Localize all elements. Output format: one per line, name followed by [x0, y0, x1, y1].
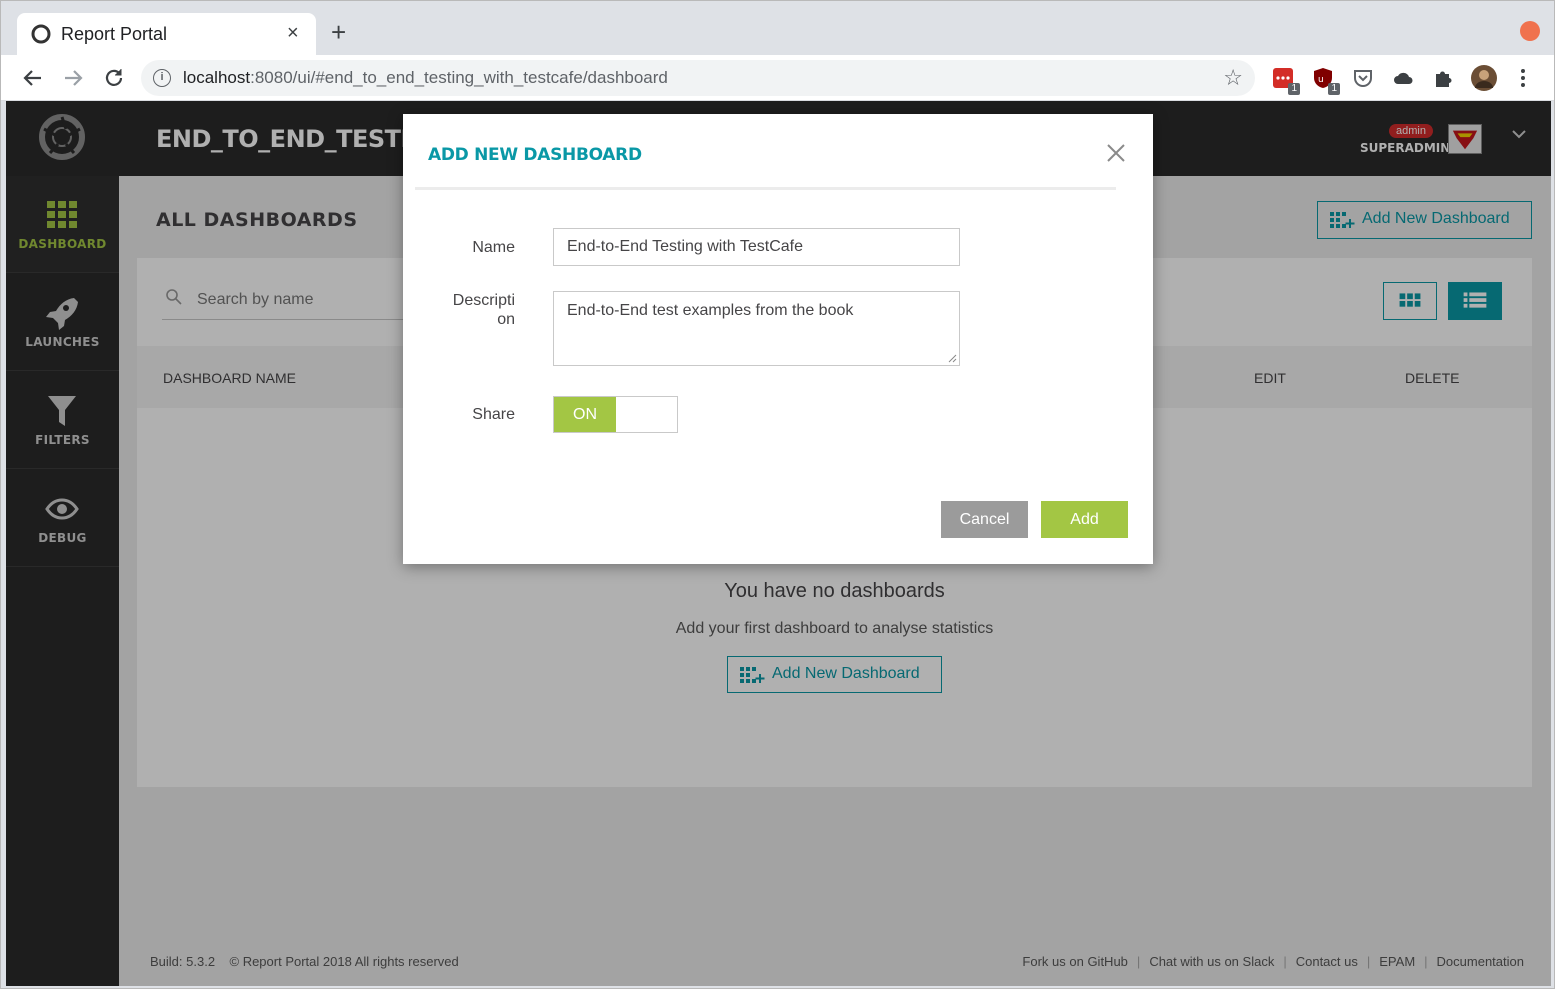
extension-badge: 1	[1328, 83, 1340, 95]
lastpass-icon[interactable]: 1	[1272, 67, 1300, 95]
add-dashboard-modal: ADD NEW DASHBOARD Name End-to-End Testin…	[403, 114, 1153, 564]
browser-toolbar: i localhost:8080/ui/#end_to_end_testing_…	[1, 55, 1554, 101]
address-bar[interactable]: i localhost:8080/ui/#end_to_end_testing_…	[141, 60, 1255, 96]
description-field[interactable]: End-to-End test examples from the book	[553, 291, 960, 366]
modal-title: ADD NEW DASHBOARD	[428, 145, 642, 165]
cloud-icon[interactable]	[1392, 67, 1414, 89]
add-button[interactable]: Add	[1041, 501, 1128, 538]
url-path: :8080/ui/#end_to_end_testing_with_testca…	[250, 68, 668, 87]
extension-badge: 1	[1288, 83, 1300, 95]
modal-divider	[415, 187, 1116, 190]
name-field[interactable]: End-to-End Testing with TestCafe	[553, 228, 960, 266]
browser-window: Report Portal × + i localhost:8080/ui/#e…	[0, 0, 1555, 989]
share-toggle[interactable]: ON	[553, 396, 678, 433]
cancel-button[interactable]: Cancel	[941, 501, 1028, 538]
browser-tab[interactable]: Report Portal ×	[17, 13, 316, 55]
description-label-line-1: Descripti	[452, 292, 515, 309]
tab-close-icon[interactable]: ×	[287, 22, 299, 45]
url-text: localhost:8080/ui/#end_to_end_testing_wi…	[183, 68, 668, 88]
tab-strip: Report Portal × +	[1, 1, 1554, 55]
bookmark-star-icon[interactable]: ☆	[1223, 65, 1243, 91]
report-portal-favicon-icon	[31, 24, 51, 44]
new-tab-button[interactable]: +	[331, 17, 346, 47]
site-info-icon[interactable]: i	[153, 69, 171, 87]
resize-handle-icon[interactable]	[948, 354, 957, 363]
close-icon[interactable]	[1103, 140, 1129, 166]
share-toggle-on: ON	[554, 397, 616, 432]
ublock-icon[interactable]: u 1	[1312, 67, 1340, 95]
reload-icon[interactable]	[100, 64, 128, 92]
share-label: Share	[472, 406, 515, 423]
window-close-button[interactable]	[1520, 21, 1540, 41]
description-value: End-to-End test examples from the book	[567, 302, 854, 319]
forward-icon[interactable]	[59, 64, 87, 92]
back-icon[interactable]	[19, 64, 47, 92]
svg-text:u: u	[1318, 75, 1324, 85]
browser-menu-icon[interactable]	[1512, 67, 1534, 89]
puzzle-icon[interactable]	[1432, 67, 1454, 89]
pocket-icon[interactable]	[1352, 67, 1374, 89]
description-label-line-2: on	[497, 311, 515, 328]
description-label: Descripti on	[403, 291, 515, 329]
tab-title: Report Portal	[61, 24, 168, 44]
name-label: Name	[472, 239, 515, 256]
profile-avatar-icon[interactable]	[1470, 64, 1498, 92]
url-host: localhost	[183, 68, 251, 87]
